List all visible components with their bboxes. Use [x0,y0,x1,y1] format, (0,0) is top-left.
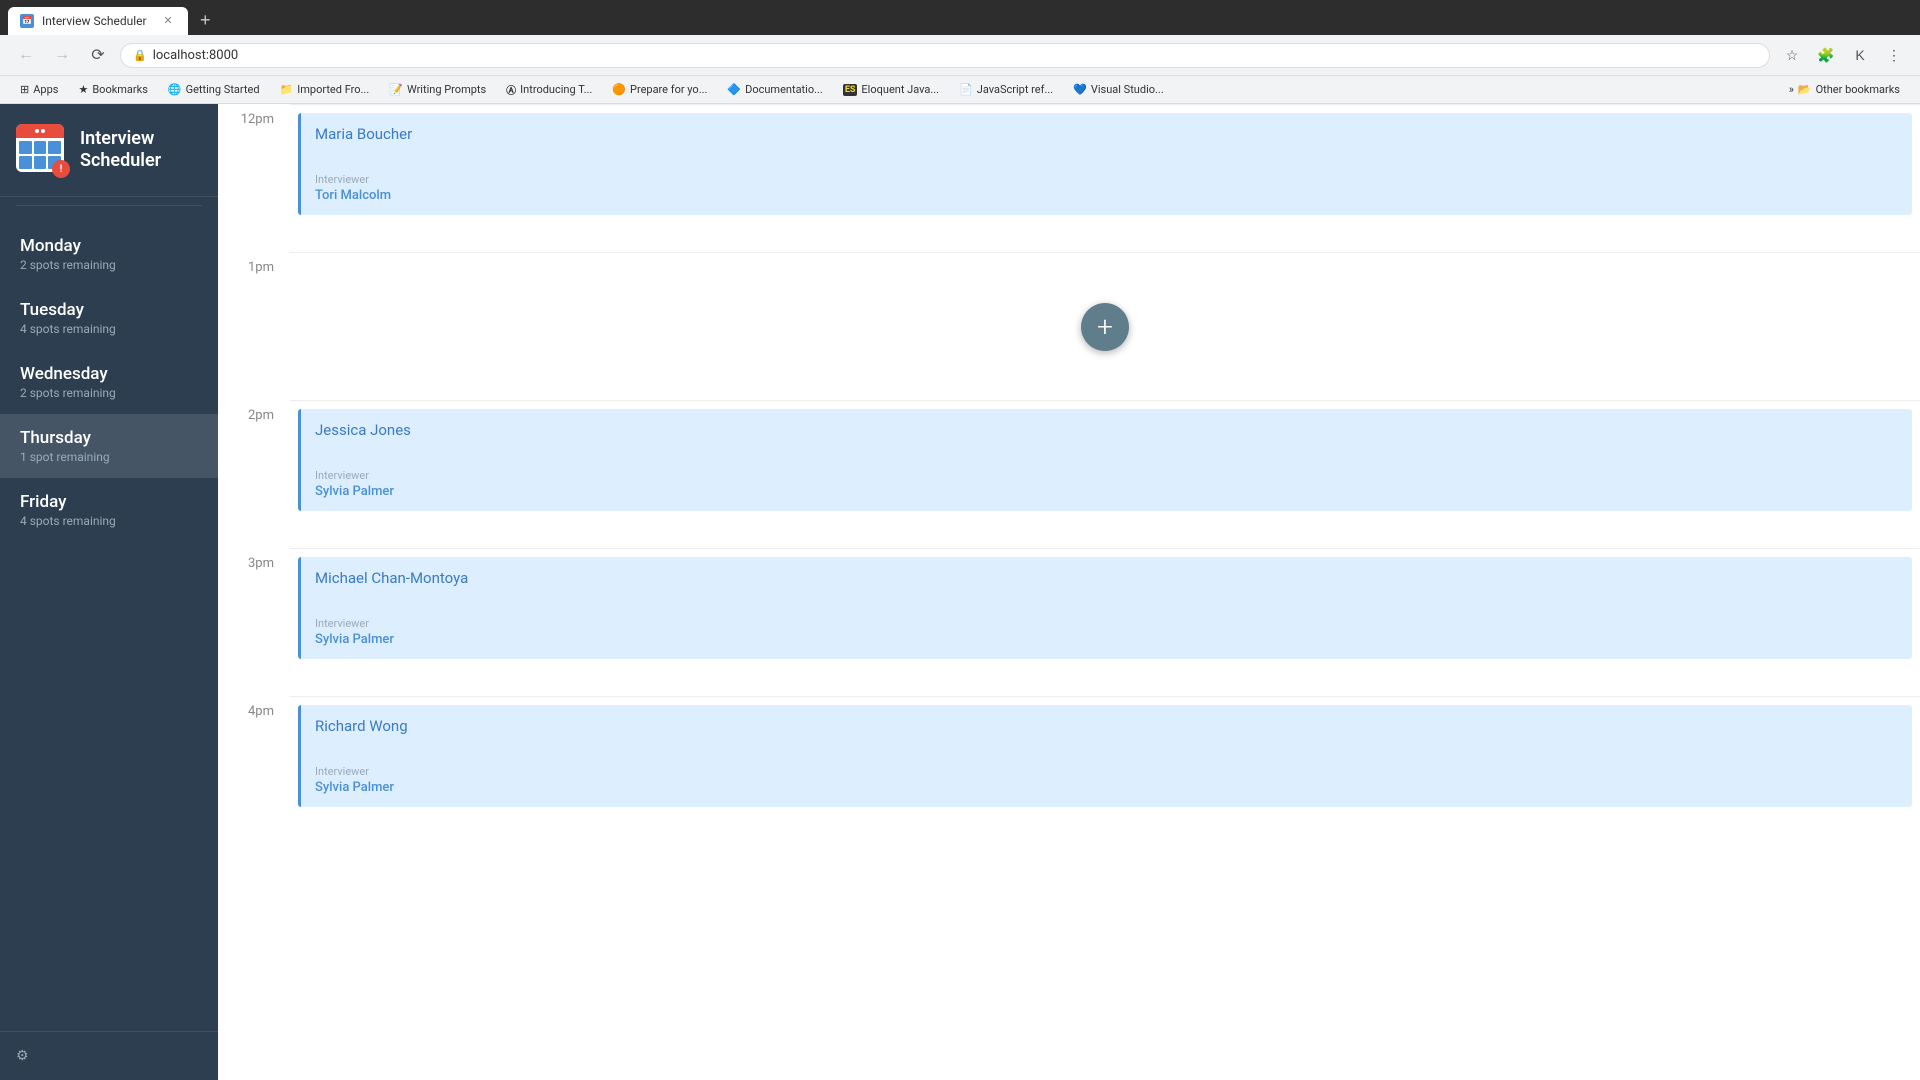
bookmark-introducing[interactable]: Ⓐ Introducing T... [498,80,600,99]
tuesday-spots: 4 spots remaining [20,322,198,336]
address-bar-row: ← → ⟳ 🔒 localhost:8000 ☆ 🧩 K ⋮ [0,35,1920,76]
sidebar-footer: ⚙ [0,1031,218,1080]
friday-spots: 4 spots remaining [20,514,198,528]
bookmark-getting-started[interactable]: 🌐 Getting Started [160,81,268,98]
menu-button[interactable]: ⋮ [1880,41,1908,69]
appointment-card-maria[interactable]: Maria Boucher Interviewer Tori Malcolm [298,113,1912,215]
plus-icon: + [1097,310,1113,343]
sidebar-nav: Monday 2 spots remaining Tuesday 4 spots… [0,214,218,1031]
sidebar-divider [16,205,202,206]
bookmark-writing-prompts[interactable]: 📝 Writing Prompts [381,81,494,98]
bookmark-js-ref[interactable]: 📄 JavaScript ref... [951,81,1061,98]
wednesday-spots: 2 spots remaining [20,386,198,400]
time-line-1pm: + [290,252,1920,400]
app-title: Interview Scheduler [80,128,161,171]
wednesday-label: Wednesday [20,364,198,384]
time-line-12pm: Maria Boucher Interviewer Tori Malcolm [290,104,1920,252]
sidebar-item-monday[interactable]: Monday 2 spots remaining [0,222,218,286]
bookmark-prepare[interactable]: 🟠 Prepare for yo... [604,81,715,98]
browser-actions: ☆ 🧩 K ⋮ [1778,41,1908,69]
settings-icon[interactable]: ⚙ [16,1048,29,1064]
bookmark-other[interactable]: » 📂 Other bookmarks [1781,81,1908,98]
bookmark-bookmarks[interactable]: ★ Bookmarks [70,81,155,98]
time-line-4pm: Richard Wong Interviewer Sylvia Palmer [290,696,1920,844]
time-line-3pm: Michael Chan-Montoya Interviewer Sylvia … [290,548,1920,696]
tab-bar: 📅 Interview Scheduler ✕ + [0,0,1920,35]
active-tab[interactable]: 📅 Interview Scheduler ✕ [8,7,188,35]
interviewer-name-maria: Tori Malcolm [315,188,1898,203]
time-slot-12pm: 12pm Maria Boucher Interviewer Tori Malc… [218,104,1920,252]
friday-label: Friday [20,492,198,512]
time-label-12pm: 12pm [218,104,290,127]
monday-spots: 2 spots remaining [20,258,198,272]
back-button[interactable]: ← [12,41,40,69]
interviewer-label-michael: Interviewer [315,617,1898,630]
time-slot-2pm: 2pm Jessica Jones Interviewer Sylvia Pal… [218,400,1920,548]
logo-badge: ! [52,160,70,178]
tuesday-label: Tuesday [20,300,198,320]
thursday-label: Thursday [20,428,198,448]
extensions-button[interactable]: 🧩 [1812,41,1840,69]
tab-favicon: 📅 [20,14,34,28]
interviewer-name-michael: Sylvia Palmer [315,632,1898,647]
address-bar[interactable]: 🔒 localhost:8000 [120,43,1770,68]
bookmark-vscode[interactable]: 💙 Visual Studio... [1065,81,1172,98]
time-label-4pm: 4pm [218,696,290,719]
bookmark-apps[interactable]: ⊞ Apps [12,81,66,98]
thursday-spots: 1 spot remaining [20,450,198,464]
interviewer-label-maria: Interviewer [315,173,1898,186]
profile-button[interactable]: K [1846,41,1874,69]
bookmarks-bar: ⊞ Apps ★ Bookmarks 🌐 Getting Started 📁 I… [0,76,1920,104]
appointment-name-michael: Michael Chan-Montoya [315,569,1898,587]
interviewer-name-richard: Sylvia Palmer [315,780,1898,795]
interviewer-label-jessica: Interviewer [315,469,1898,482]
sidebar-item-tuesday[interactable]: Tuesday 4 spots remaining [0,286,218,350]
time-label-2pm: 2pm [218,400,290,423]
interviewer-name-jessica: Sylvia Palmer [315,484,1898,499]
url-text: localhost:8000 [153,48,1757,63]
sidebar-header: ! Interview Scheduler [0,104,218,197]
app-logo: ! [16,124,68,176]
sidebar-item-wednesday[interactable]: Wednesday 2 spots remaining [0,350,218,414]
tab-title: Interview Scheduler [42,14,152,28]
forward-button[interactable]: → [48,41,76,69]
appointment-name-maria: Maria Boucher [315,125,1898,143]
sidebar: ! Interview Scheduler Monday 2 spots rem… [0,104,218,1080]
bookmark-star-button[interactable]: ☆ [1778,41,1806,69]
appointment-name-jessica: Jessica Jones [315,421,1898,439]
time-slot-3pm: 3pm Michael Chan-Montoya Interviewer Syl… [218,548,1920,696]
tab-close-btn[interactable]: ✕ [160,13,176,29]
schedule-timeline: 12pm Maria Boucher Interviewer Tori Malc… [218,104,1920,844]
time-label-1pm: 1pm [218,252,290,275]
bookmark-documentation[interactable]: 🔷 Documentatio... [719,81,830,98]
appointment-card-jessica[interactable]: Jessica Jones Interviewer Sylvia Palmer [298,409,1912,511]
appointment-name-richard: Richard Wong [315,717,1898,735]
sidebar-item-friday[interactable]: Friday 4 spots remaining [0,478,218,542]
add-appointment-button[interactable]: + [1081,303,1129,351]
main-content: 12pm Maria Boucher Interviewer Tori Malc… [218,104,1920,1080]
security-icon: 🔒 [133,49,147,62]
time-slot-4pm: 4pm Richard Wong Interviewer Sylvia Palm… [218,696,1920,844]
bookmark-eloquent[interactable]: ES Eloquent Java... [835,81,947,98]
new-tab-button[interactable]: + [192,6,219,35]
monday-label: Monday [20,236,198,256]
browser-chrome: 📅 Interview Scheduler ✕ + ← → ⟳ 🔒 localh… [0,0,1920,104]
app-container: ! Interview Scheduler Monday 2 spots rem… [0,104,1920,1080]
sidebar-item-thursday[interactable]: Thursday 1 spot remaining [0,414,218,478]
appointment-card-richard[interactable]: Richard Wong Interviewer Sylvia Palmer [298,705,1912,807]
reload-button[interactable]: ⟳ [84,41,112,69]
bookmark-imported[interactable]: 📁 Imported Fro... [272,81,378,98]
appointment-card-michael[interactable]: Michael Chan-Montoya Interviewer Sylvia … [298,557,1912,659]
time-label-3pm: 3pm [218,548,290,571]
interviewer-label-richard: Interviewer [315,765,1898,778]
time-slot-1pm: 1pm + [218,252,1920,400]
time-line-2pm: Jessica Jones Interviewer Sylvia Palmer [290,400,1920,548]
